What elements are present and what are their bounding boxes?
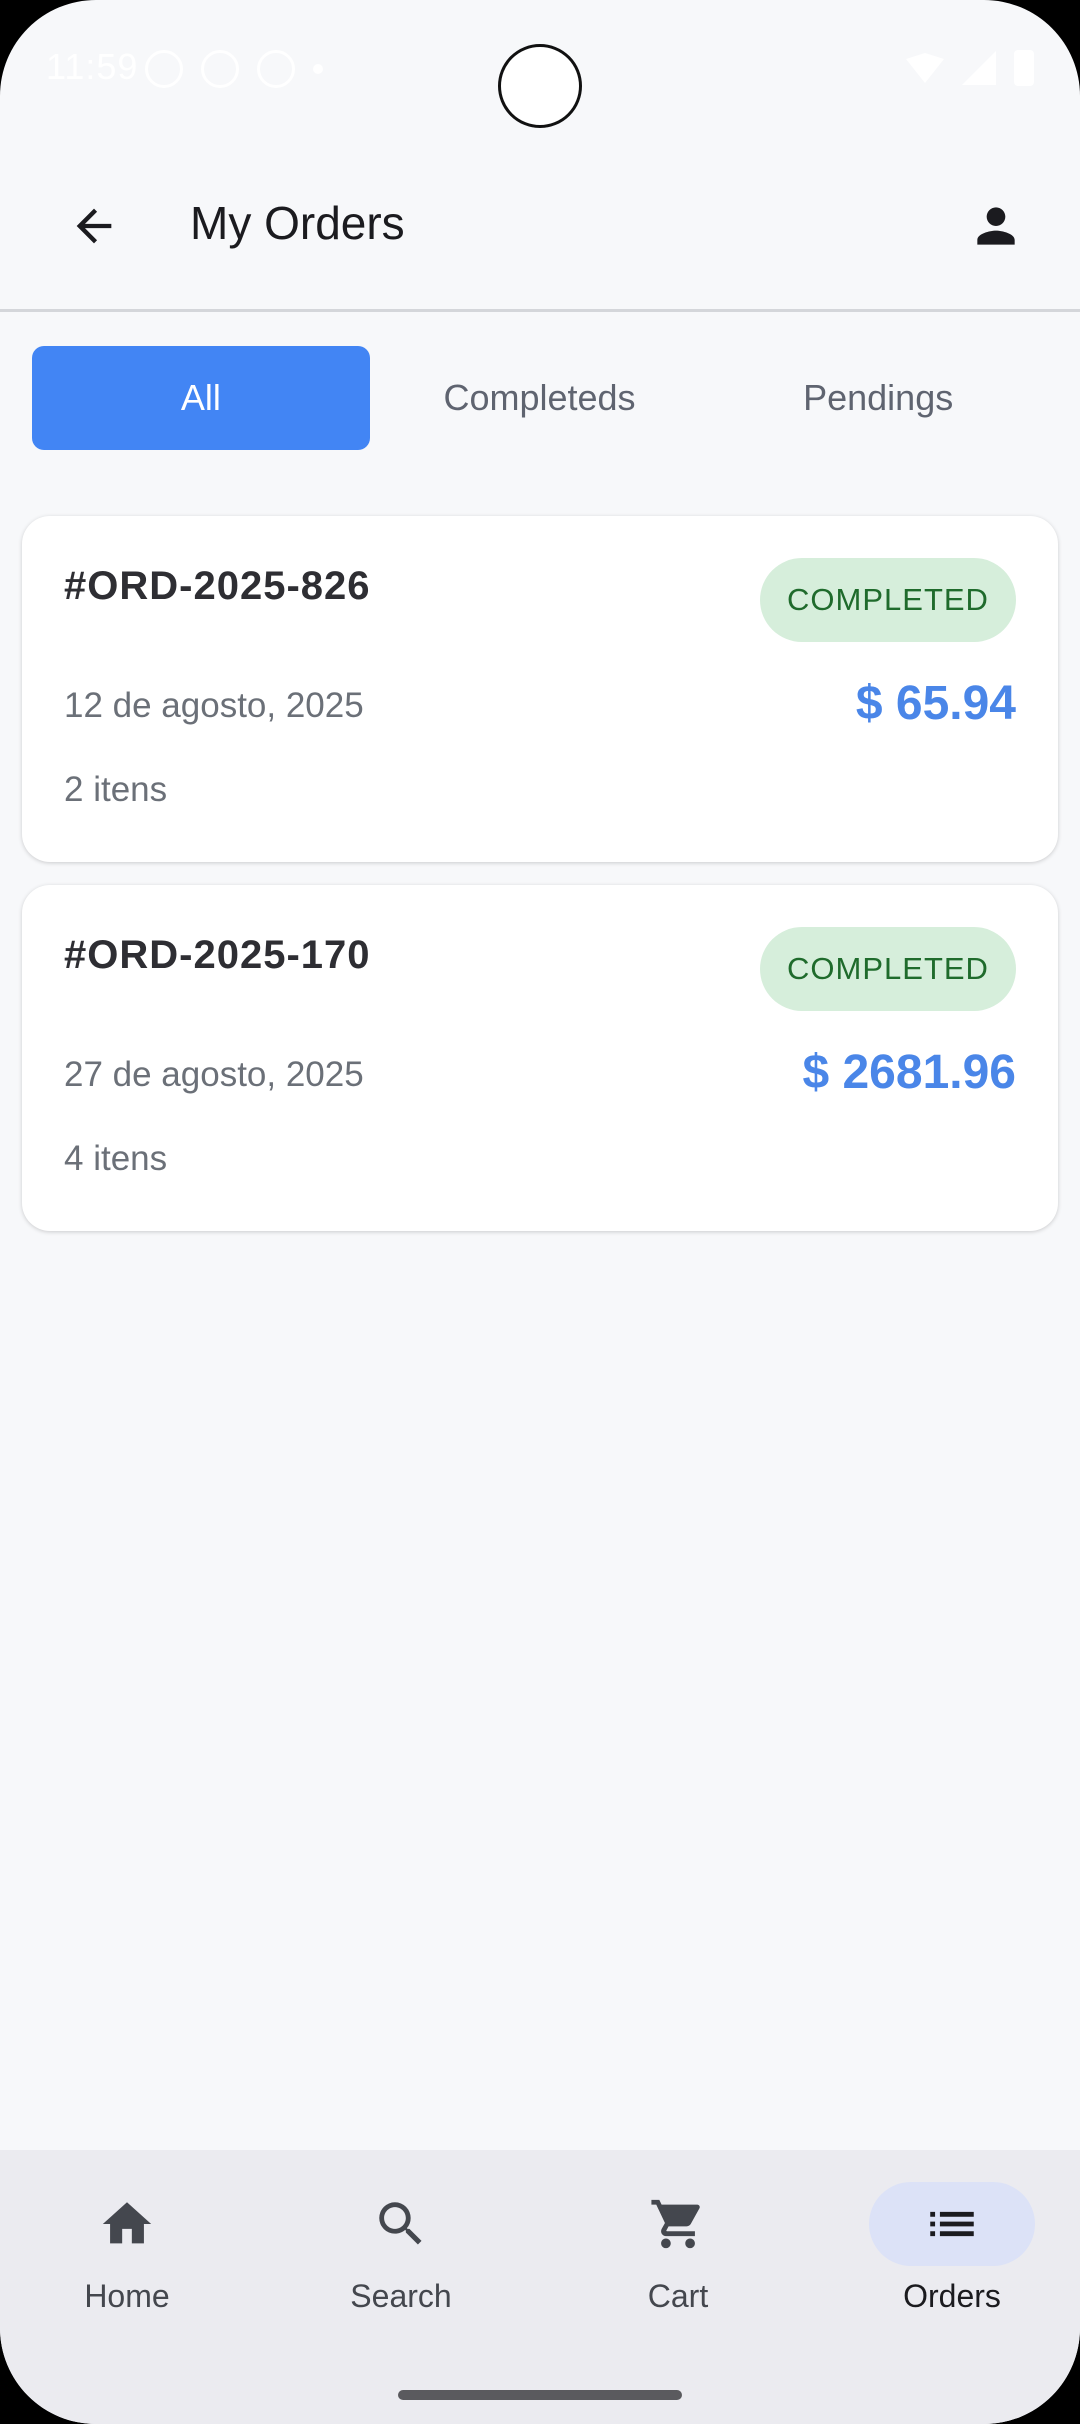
home-icon bbox=[102, 2202, 152, 2244]
wifi-icon bbox=[906, 53, 944, 83]
nav-icon-container bbox=[44, 2182, 210, 2266]
signal-icon bbox=[962, 51, 996, 85]
gesture-home-indicator[interactable] bbox=[398, 2390, 682, 2400]
dot-icon bbox=[313, 64, 323, 74]
nav-label: Cart bbox=[647, 2278, 709, 2314]
status-badge: COMPLETED bbox=[760, 558, 1016, 642]
top-app-bar: My Orders bbox=[0, 140, 1080, 312]
order-card[interactable]: #ORD-2025-826 COMPLETED 12 de agosto, 20… bbox=[22, 516, 1058, 862]
nav-item-cart[interactable]: Cart bbox=[568, 2182, 788, 2342]
shield-icon bbox=[257, 50, 295, 88]
nav-icon-container bbox=[595, 2182, 761, 2266]
profile-button[interactable] bbox=[958, 188, 1034, 264]
order-item-count: 2 itens bbox=[64, 770, 168, 809]
order-date: 27 de agosto, 2025 bbox=[64, 1055, 364, 1094]
order-filter-tabs: All Completeds Pendings bbox=[32, 346, 1048, 450]
status-time: 11:59 bbox=[46, 46, 139, 87]
nav-label: Home bbox=[84, 2278, 170, 2314]
search-icon bbox=[379, 2202, 422, 2245]
status-notification-icons bbox=[145, 50, 323, 88]
camera-cutout bbox=[498, 44, 582, 128]
cart-icon bbox=[651, 2199, 700, 2249]
back-button[interactable] bbox=[56, 188, 132, 264]
nav-label: Search bbox=[350, 2278, 452, 2314]
bottom-navigation: Home Search Cart Orders bbox=[0, 2150, 1080, 2424]
settings-icon bbox=[145, 50, 183, 88]
order-item-count: 4 itens bbox=[64, 1139, 168, 1178]
info-icon bbox=[201, 50, 239, 88]
nav-item-home[interactable]: Home bbox=[17, 2182, 237, 2342]
order-id: #ORD-2025-826 bbox=[64, 564, 371, 608]
order-date: 12 de agosto, 2025 bbox=[64, 686, 364, 725]
tab-pendings[interactable]: Pendings bbox=[709, 346, 1047, 450]
order-total: $ 2681.96 bbox=[802, 1046, 1016, 1099]
status-badge: COMPLETED bbox=[760, 927, 1016, 1011]
nav-label: Orders bbox=[903, 2278, 1001, 2314]
nav-icon-container bbox=[869, 2182, 1035, 2266]
order-total: $ 65.94 bbox=[855, 677, 1016, 730]
screen: 11:59 My Orders All Completeds Pendings … bbox=[0, 0, 1080, 2424]
nav-icon-container bbox=[318, 2182, 484, 2266]
status-system-icons bbox=[906, 50, 1034, 86]
order-card[interactable]: #ORD-2025-170 COMPLETED 27 de agosto, 20… bbox=[22, 885, 1058, 1231]
battery-icon bbox=[1014, 50, 1034, 86]
order-id: #ORD-2025-170 bbox=[64, 933, 371, 977]
nav-item-search[interactable]: Search bbox=[291, 2182, 511, 2342]
tab-all[interactable]: All bbox=[32, 346, 370, 450]
nav-item-orders[interactable]: Orders bbox=[842, 2182, 1062, 2342]
person-icon bbox=[977, 207, 1015, 245]
list-icon bbox=[930, 2211, 974, 2237]
page-title: My Orders bbox=[190, 197, 405, 249]
arrow-back-icon bbox=[76, 208, 112, 244]
tab-completeds[interactable]: Completeds bbox=[371, 346, 709, 450]
